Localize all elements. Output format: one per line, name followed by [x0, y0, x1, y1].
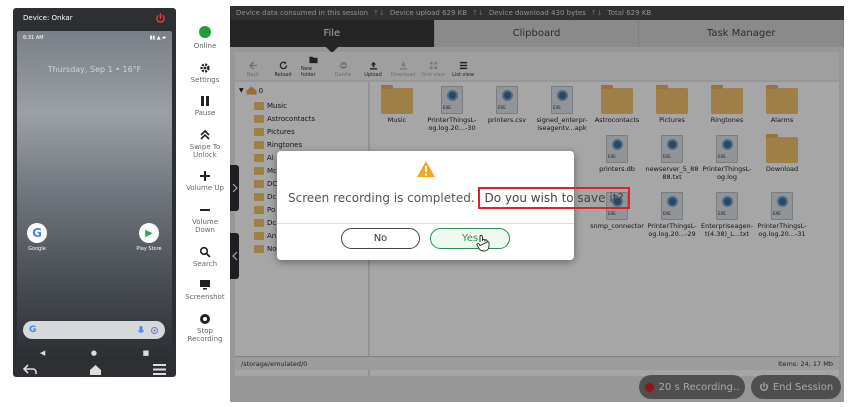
no-button[interactable]: No — [341, 228, 420, 249]
back-arrow-icon[interactable] — [23, 364, 37, 375]
volume-up-button[interactable]: Volume Up — [181, 170, 229, 193]
swipe-unlock-button[interactable]: Swipe To Unlock — [181, 129, 229, 159]
online-label: Online — [193, 42, 217, 50]
device-name: Device: Onkar — [23, 14, 73, 22]
device-search-bar[interactable]: G — [23, 321, 165, 339]
dialog-question: Do you wish to save it? — [478, 187, 630, 209]
volume-down-button[interactable]: Volume Down — [181, 204, 229, 234]
play-store-glyph: ▶ — [145, 227, 153, 239]
power-icon[interactable] — [155, 12, 166, 24]
mic-icon[interactable] — [138, 325, 144, 335]
inner-home-icon[interactable]: ● — [91, 349, 97, 357]
search-label: Search — [192, 259, 218, 268]
lens-icon[interactable] — [150, 326, 159, 335]
screenshot-button[interactable]: Screenshot — [181, 279, 229, 302]
inner-back-icon[interactable]: ◀ — [40, 349, 45, 357]
settings-button[interactable]: Settings — [181, 62, 229, 85]
google-search-glyph: G — [29, 325, 37, 335]
device-status-icons: ▮▮ ▲ ▰ — [149, 35, 166, 41]
swipe-unlock-label: Swipe To Unlock — [189, 143, 221, 159]
google-app-label: Google — [28, 246, 46, 252]
stop-icon — [200, 313, 210, 324]
warning-icon — [417, 161, 435, 177]
search-icon — [199, 246, 211, 258]
double-chevron-up-icon — [200, 129, 210, 140]
device-nav-bar — [13, 362, 176, 377]
dialog-divider — [277, 223, 574, 224]
volume-down-label: Volume Down — [191, 218, 219, 234]
menu-icon[interactable] — [153, 364, 166, 375]
volume-up-label: Volume Up — [186, 184, 224, 193]
device-inner-nav: ◀ ● ■ — [17, 349, 172, 357]
play-store-app-icon[interactable]: ▶ — [139, 223, 159, 243]
google-app-icon[interactable]: G — [27, 223, 47, 243]
device-date: Thursday, Sep 1 • 16°F — [47, 65, 142, 74]
plus-icon — [200, 171, 210, 182]
play-store-app-label: Play Store — [136, 246, 162, 252]
stop-recording-label: Stop Recording — [187, 326, 223, 343]
screenshot-label: Screenshot — [185, 293, 225, 302]
yes-button[interactable]: Yes — [430, 228, 510, 249]
save-recording-dialog: Screen recording is completed. Do you wi… — [277, 151, 630, 260]
inner-recents-icon[interactable]: ■ — [143, 349, 150, 357]
device-panel: Device: Onkar 6:31 AM ▮▮ ▲ ▰ Thursday, S… — [13, 8, 176, 377]
minus-icon — [200, 209, 210, 212]
dialog-message: Screen recording is completed. — [288, 191, 475, 205]
side-toolbar: Online Settings Pause Swipe To Unlock Vo… — [181, 26, 229, 354]
monitor-icon — [200, 280, 210, 290]
hand-cursor-icon — [476, 234, 490, 252]
device-header: Device: Onkar — [13, 8, 176, 28]
pause-label: Pause — [194, 109, 216, 118]
stop-recording-button[interactable]: Stop Recording — [181, 313, 229, 343]
device-status-bar: 6:31 AM ▮▮ ▲ ▰ — [17, 31, 172, 45]
pause-button[interactable]: Pause — [181, 95, 229, 118]
settings-label: Settings — [190, 75, 220, 84]
online-status: Online — [181, 26, 229, 51]
search-button[interactable]: Search — [181, 246, 229, 269]
home-icon[interactable] — [89, 364, 102, 376]
google-glyph: G — [32, 226, 42, 240]
dialog-message-row: Screen recording is completed. Do you wi… — [288, 187, 630, 209]
device-screen[interactable]: 6:31 AM ▮▮ ▲ ▰ Thursday, Sep 1 • 16°F G … — [17, 31, 172, 361]
online-dot-icon — [199, 26, 211, 38]
device-time: 6:31 AM — [23, 35, 44, 41]
pause-icon — [201, 96, 209, 107]
gear-icon — [200, 63, 210, 73]
